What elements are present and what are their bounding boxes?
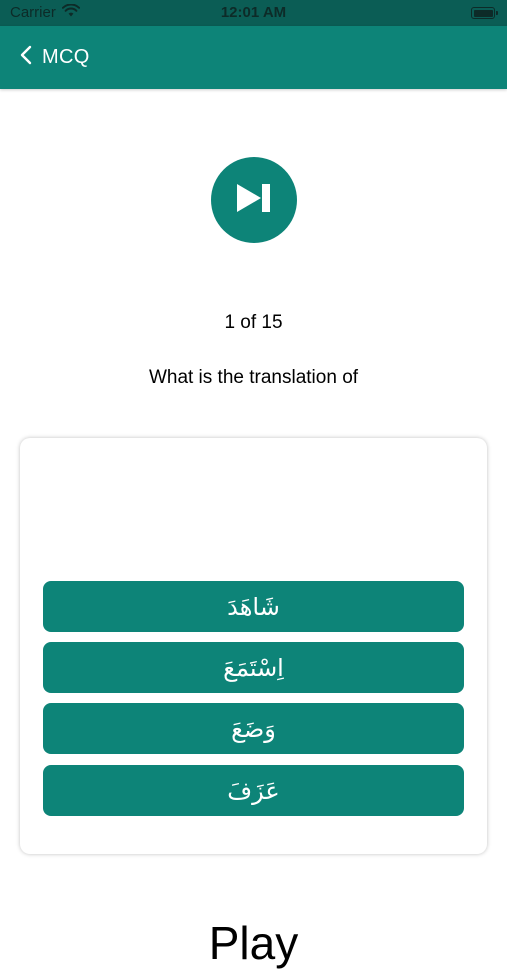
question-card: Play شَاهَدَ اِسْتَمَعَ وَضَعَ عَزَفَ	[20, 438, 487, 969]
chevron-left-icon	[20, 45, 32, 70]
play-audio-button[interactable]	[211, 157, 297, 243]
answer-option[interactable]: عَزَفَ	[43, 765, 464, 816]
answer-option[interactable]: وَضَعَ	[43, 703, 464, 754]
nav-title: MCQ	[42, 46, 90, 68]
question-prompt: What is the translation of	[148, 367, 359, 388]
target-word: Play	[208, 917, 299, 969]
back-button[interactable]: MCQ	[20, 45, 90, 70]
answer-option[interactable]: شَاهَدَ	[43, 581, 464, 632]
status-time: 12:01 AM	[220, 4, 287, 21]
answer-option[interactable]: اِسْتَمَعَ	[43, 642, 464, 693]
battery-icon	[471, 7, 498, 19]
status-bar: Carrier 12:01 AM	[0, 0, 507, 26]
skip-next-icon	[234, 181, 274, 220]
question-progress: 1 of 15	[224, 312, 283, 333]
navigation-bar: MCQ	[0, 26, 507, 89]
